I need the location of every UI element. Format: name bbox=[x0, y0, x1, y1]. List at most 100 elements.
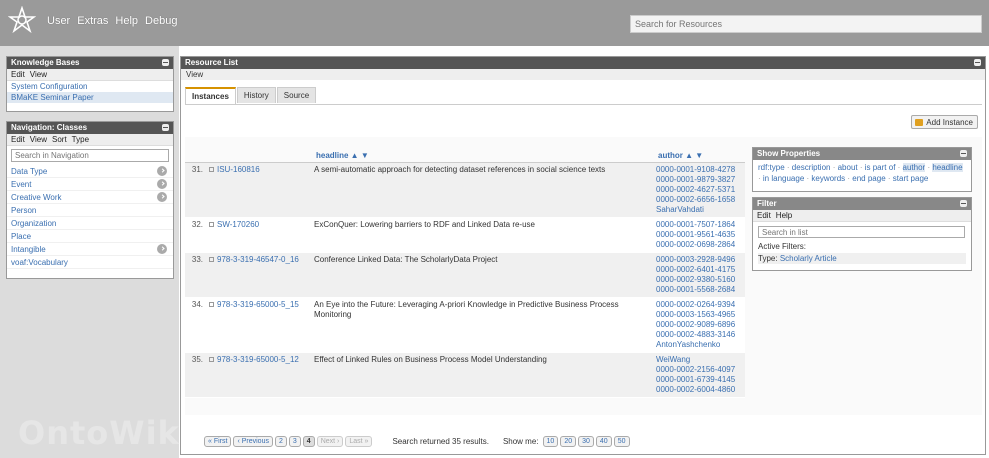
tab-history[interactable]: History bbox=[236, 87, 276, 103]
property-end-page[interactable]: end page bbox=[852, 174, 885, 183]
page-size-30[interactable]: 30 bbox=[578, 436, 594, 447]
author-link[interactable]: SaharVahdati bbox=[656, 205, 741, 215]
page-size-20[interactable]: 20 bbox=[560, 436, 577, 447]
author-link[interactable]: 0000-0001-9108-4278 bbox=[656, 165, 741, 175]
minimize-icon[interactable] bbox=[960, 150, 967, 157]
minimize-icon[interactable] bbox=[974, 59, 981, 66]
nav-item-organization[interactable]: Organization bbox=[7, 217, 173, 230]
pager-next-button[interactable]: Next › bbox=[316, 436, 344, 447]
property-keywords[interactable]: keywords bbox=[811, 174, 845, 183]
table-row: 35. 978-3-319-65000-5_12 Effect of Linked … bbox=[185, 352, 745, 398]
author-link[interactable]: 0000-0002-6004-4860 bbox=[656, 385, 741, 395]
header-headline[interactable]: headline ▲ ▼ bbox=[312, 149, 654, 163]
author-link[interactable]: 0000-0001-9879-3827 bbox=[656, 175, 741, 185]
author-link[interactable]: 0000-0002-6656-1658 bbox=[656, 195, 741, 205]
author-link[interactable]: 0000-0003-1563-4965 bbox=[656, 310, 741, 320]
filter-menu-help[interactable]: Help bbox=[776, 211, 792, 220]
page-size-10[interactable]: 10 bbox=[542, 436, 559, 447]
minimize-icon[interactable] bbox=[960, 200, 967, 207]
author-link[interactable]: 0000-0002-6401-4175 bbox=[656, 265, 741, 275]
property-in-language[interactable]: in language bbox=[763, 174, 804, 183]
menu-extras[interactable]: Extras bbox=[77, 15, 108, 27]
chevron-right-icon[interactable] bbox=[157, 244, 167, 254]
minimize-icon[interactable] bbox=[162, 124, 169, 131]
pager-last-button[interactable]: Last » bbox=[345, 436, 373, 447]
kb-menu-view[interactable]: View bbox=[30, 70, 47, 79]
kb-menu-edit[interactable]: Edit bbox=[11, 70, 25, 79]
minimize-icon[interactable] bbox=[162, 59, 169, 66]
nav-item-voaf-vocabulary[interactable]: voaf:Vocabulary bbox=[7, 256, 173, 269]
author-link[interactable]: WeiWang bbox=[656, 355, 741, 365]
row-id-cell: 978-3-319-65000-5_12 bbox=[207, 352, 312, 398]
header-author[interactable]: author ▲ ▼ bbox=[654, 149, 745, 163]
resource-search-input[interactable] bbox=[630, 15, 982, 33]
resource-list-view-menu[interactable]: View bbox=[181, 69, 985, 80]
author-link[interactable]: 0000-0002-9089-6896 bbox=[656, 320, 741, 330]
pager-previous-button[interactable]: ‹ Previous bbox=[233, 436, 273, 447]
author-link[interactable]: 0000-0002-2156-4097 bbox=[656, 365, 741, 375]
author-link[interactable]: 0000-0003-2928-9496 bbox=[656, 255, 741, 265]
resource-link[interactable]: 978-3-319-65000-5_12 bbox=[217, 355, 299, 364]
author-link[interactable]: 0000-0002-0264-9394 bbox=[656, 300, 741, 310]
tab-source[interactable]: Source bbox=[276, 87, 317, 103]
chevron-right-icon[interactable] bbox=[157, 166, 167, 176]
pager-page-2[interactable]: 2 bbox=[274, 436, 287, 447]
author-link[interactable]: 0000-0001-5568-2684 bbox=[656, 285, 741, 295]
row-number: 31. bbox=[185, 162, 207, 218]
author-link[interactable]: 0000-0002-4883-3146 bbox=[656, 330, 741, 340]
author-link[interactable]: 0000-0001-9561-4635 bbox=[656, 230, 741, 240]
tab-instances[interactable]: Instances bbox=[185, 87, 236, 105]
nav-menu-edit[interactable]: Edit bbox=[11, 135, 25, 144]
property-description[interactable]: description bbox=[792, 163, 831, 172]
filter-menu-edit[interactable]: Edit bbox=[757, 211, 771, 220]
resource-link[interactable]: ISU-160816 bbox=[217, 165, 260, 174]
nav-item-creative-work[interactable]: Creative Work bbox=[7, 191, 173, 204]
nav-item-place[interactable]: Place bbox=[7, 230, 173, 243]
resource-list-title: Resource List bbox=[181, 57, 985, 69]
row-number: 32. bbox=[185, 217, 207, 253]
filter-search-input[interactable] bbox=[758, 226, 965, 238]
resource-link[interactable]: SW-170260 bbox=[217, 220, 259, 229]
pager-first-button[interactable]: « First bbox=[204, 436, 232, 447]
property-rdf-type[interactable]: rdf:type bbox=[758, 163, 785, 172]
pager-page-3[interactable]: 3 bbox=[288, 436, 301, 447]
nav-menu-sort[interactable]: Sort bbox=[52, 135, 67, 144]
menu-help[interactable]: Help bbox=[115, 15, 138, 27]
chevron-right-icon[interactable] bbox=[157, 192, 167, 202]
nav-menu-view[interactable]: View bbox=[30, 135, 47, 144]
property-start-page[interactable]: start page bbox=[893, 174, 929, 183]
kb-item-system-configuration[interactable]: System Configuration bbox=[7, 81, 173, 92]
knowledge-bases-title-text: Knowledge Bases bbox=[11, 58, 80, 67]
menu-debug[interactable]: Debug bbox=[145, 15, 177, 27]
row-authors: 0000-0002-0264-9394 0000-0003-1563-4965 00… bbox=[654, 297, 745, 353]
header-id bbox=[207, 149, 312, 163]
nav-item-person[interactable]: Person bbox=[7, 204, 173, 217]
nav-item-intangible[interactable]: Intangible bbox=[7, 243, 173, 256]
chevron-right-icon[interactable] bbox=[157, 179, 167, 189]
page-size-50[interactable]: 50 bbox=[613, 436, 630, 447]
property-author[interactable]: author bbox=[902, 163, 926, 172]
property-headline[interactable]: headline bbox=[932, 163, 963, 172]
nav-item-event[interactable]: Event bbox=[7, 178, 173, 191]
property-about[interactable]: about bbox=[838, 163, 858, 172]
kb-item-bmake-seminar-paper[interactable]: BMaKE Seminar Paper bbox=[7, 92, 173, 103]
author-link[interactable]: 0000-0002-0698-2864 bbox=[656, 240, 741, 250]
property-is-part-of[interactable]: is part of bbox=[865, 163, 896, 172]
nav-item-data-type[interactable]: Data Type bbox=[7, 165, 173, 178]
author-link[interactable]: AntonYashchenko bbox=[656, 340, 741, 350]
menu-user[interactable]: User bbox=[47, 15, 70, 27]
filter-title-text: Filter bbox=[757, 199, 777, 208]
author-link[interactable]: 0000-0001-6739-4145 bbox=[656, 375, 741, 385]
author-link[interactable]: 0000-0002-9380-5160 bbox=[656, 275, 741, 285]
add-instance-button[interactable]: Add Instance bbox=[911, 115, 978, 129]
filter-type-value-link[interactable]: Scholarly Article bbox=[780, 254, 837, 263]
navigation-search-input[interactable] bbox=[11, 149, 169, 162]
page-size-40[interactable]: 40 bbox=[595, 436, 612, 447]
pager-page-4[interactable]: 4 bbox=[302, 436, 315, 447]
author-link[interactable]: 0000-0001-7507-1864 bbox=[656, 220, 741, 230]
author-link[interactable]: 0000-0002-4627-5371 bbox=[656, 185, 741, 195]
nav-menu-type[interactable]: Type bbox=[72, 135, 89, 144]
ontowiki-logo-icon[interactable] bbox=[8, 6, 36, 34]
resource-link[interactable]: 978-3-319-46547-0_16 bbox=[217, 255, 299, 264]
resource-link[interactable]: 978-3-319-65000-5_15 bbox=[217, 300, 299, 309]
